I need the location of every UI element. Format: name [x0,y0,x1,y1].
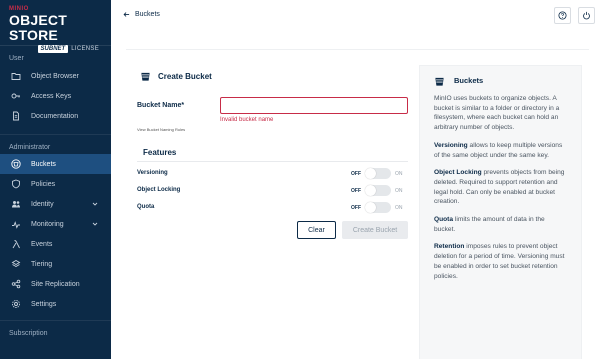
power-icon [583,11,590,20]
sidebar-item-access-keys[interactable]: Access Keys [0,86,111,106]
feature-row-quota: Quota OFF ON [137,201,408,215]
monitoring-icon [10,218,22,230]
feature-label: Object Locking [137,187,181,193]
replication-icon [10,278,22,290]
bucket-name-error: Invalid bucket name [220,117,274,123]
sidebar-item-settings[interactable]: Settings [0,294,111,314]
help-term: Quota [434,216,454,224]
feature-label: Quota [137,204,155,210]
toggle-knob [365,168,376,179]
create-bucket-button[interactable]: Create Bucket [342,221,408,239]
sidebar-item-label: Site Replication [31,280,80,288]
bucket-icon [141,72,150,81]
toggle-off-label: OFF [351,171,361,177]
feature-row-object-locking: Object Locking OFF ON [137,184,408,198]
help-term: Versioning [434,141,468,149]
quota-toggle[interactable] [365,202,391,213]
help-quota: Quota limits the amount of data in the b… [434,215,567,234]
sidebar-item-label: Policies [31,180,56,188]
form-title-text: Create Bucket [158,72,212,81]
brand-logo[interactable]: MINIO OBJECT STORE SUBNET LICENSE [0,0,111,53]
arrow-left-icon [123,12,130,17]
sidebar-item-policies[interactable]: Policies [0,174,111,194]
sidebar-item-documentation[interactable]: Documentation [0,106,111,126]
form-title: Create Bucket [140,71,212,82]
toggle-knob [365,185,376,196]
toggle-knob [365,202,376,213]
features-divider [137,161,408,162]
create-bucket-panel: Create Bucket Bucket Name* Invalid bucke… [126,49,589,359]
clear-button[interactable]: Clear [297,221,336,239]
sidebar-item-label: Monitoring [31,220,64,228]
sidebar-item-label: Tiering [31,260,53,268]
bucket-icon [435,77,444,86]
sidebar-section-subscription: Subscription [0,320,111,340]
sidebar-item-buckets[interactable]: Buckets [0,154,111,174]
feature-row-versioning: Versioning OFF ON [137,167,408,181]
bucket-name-label: Bucket Name* [137,102,185,109]
lambda-icon [10,238,22,250]
help-object-locking: Object Locking prevents objects from bei… [434,168,567,207]
sidebar-item-label: Access Keys [31,92,72,100]
bucket-naming-rules-link[interactable]: View Bucket Naming Rules [137,127,185,132]
subnet-badge: SUBNET [37,45,69,53]
tiers-icon [10,258,22,270]
help-title-text: Buckets [454,76,484,86]
versioning-toggle[interactable] [365,168,391,179]
shield-icon [10,178,22,190]
features-title: Features [143,148,177,157]
toggle-on-label: ON [395,188,403,194]
help-panel: Buckets MinIO uses buckets to organize o… [419,65,582,359]
sidebar-item-identity[interactable]: Identity [0,194,111,214]
object-locking-toggle[interactable] [365,185,391,196]
chevron-down-icon [92,202,98,206]
bucket-icon [10,158,22,170]
help-term: Retention [434,243,465,251]
chevron-down-icon [92,222,98,226]
sidebar-item-label: Buckets [31,160,56,168]
gear-icon [10,298,22,310]
sidebar-item-label: Events [31,240,53,248]
sidebar-item-label: Settings [31,300,57,308]
help-intro: MinIO uses buckets to organize objects. … [434,95,560,132]
key-icon [10,90,22,102]
sidebar-item-tiering[interactable]: Tiering [0,254,111,274]
toggle-on-label: ON [395,205,403,211]
sidebar: MINIO OBJECT STORE SUBNET LICENSE User O… [0,0,111,359]
license-label: LICENSE [71,46,99,52]
sidebar-item-label: Identity [31,200,54,208]
help-circle-icon [558,11,567,20]
sidebar-item-site-replication[interactable]: Site Replication [0,274,111,294]
sidebar-item-label: Documentation [31,112,79,120]
people-icon [10,198,22,210]
sidebar-item-monitoring[interactable]: Monitoring [0,214,111,234]
top-bar: Buckets [111,0,605,34]
bucket-name-input[interactable] [220,97,408,114]
sidebar-section-user: User [9,55,24,62]
help-retention: Retention imposes rules to prevent objec… [434,242,567,281]
sidebar-item-label: Object Browser [31,72,79,80]
sidebar-item-object-browser[interactable]: Object Browser [0,66,111,86]
toggle-on-label: ON [395,171,403,177]
signout-button[interactable] [578,7,595,24]
sidebar-section-administrator: Administrator [0,134,111,154]
help-title: Buckets [434,72,567,90]
main-area: Create Bucket Bucket Name* Invalid bucke… [111,34,605,359]
back-to-buckets-link[interactable]: Buckets [123,11,160,18]
brand-product-name: OBJECT STORE [9,12,67,43]
toggle-off-label: OFF [351,205,361,211]
toggle-off-label: OFF [351,188,361,194]
folder-icon [10,70,22,82]
help-term: Object Locking [434,169,482,177]
back-label: Buckets [135,11,160,18]
feature-label: Versioning [137,170,168,176]
sidebar-item-events[interactable]: Events [0,234,111,254]
help-versioning: Versioning allows to keep multiple versi… [434,141,567,160]
document-icon [10,110,22,122]
help-button[interactable] [554,7,571,24]
